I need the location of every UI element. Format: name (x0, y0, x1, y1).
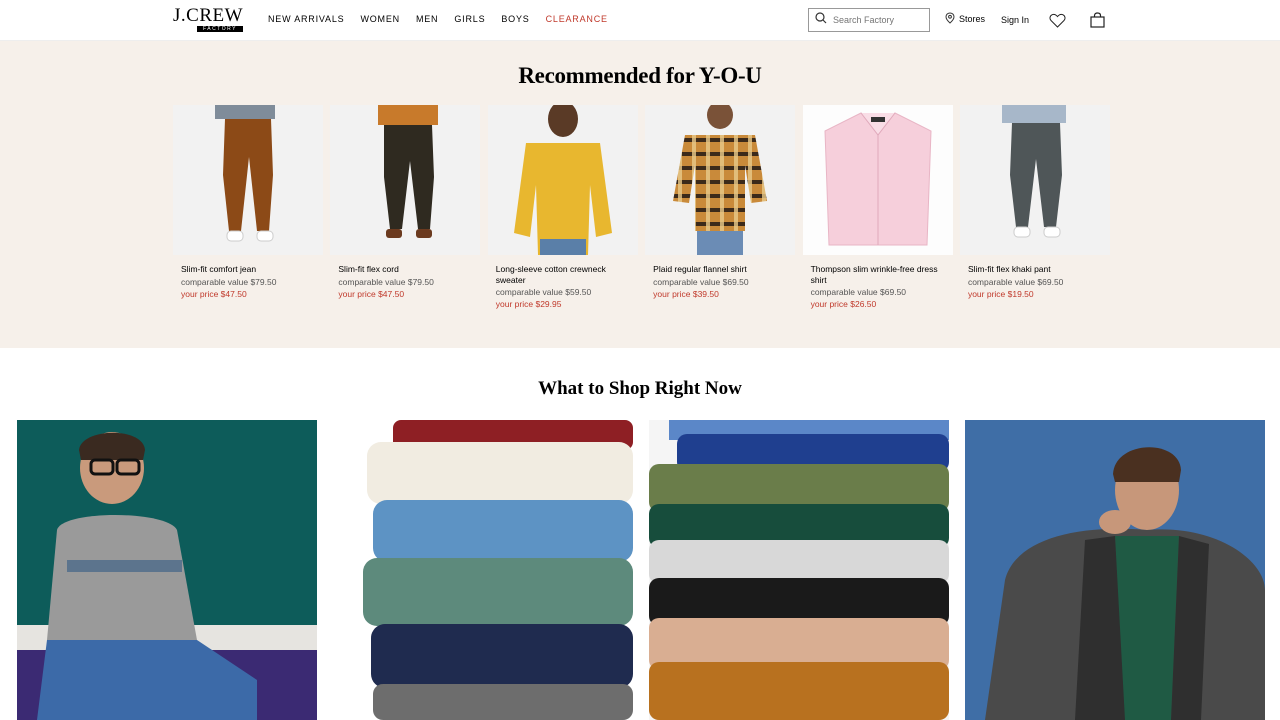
logo-subtext: FACTORY (197, 26, 243, 32)
nav-men[interactable]: MEN (416, 14, 438, 24)
nav-clearance[interactable]: CLEARANCE (546, 14, 608, 24)
product-image-grey-pants[interactable] (959, 105, 1110, 255)
search-box[interactable] (808, 8, 930, 32)
shop-tile-man-grey-coat[interactable] (965, 420, 1265, 720)
product-price: your price $47.50 (181, 288, 247, 299)
shop-tile-man-grey-sweater[interactable] (17, 420, 317, 720)
product-image-yellow-sweater[interactable] (487, 105, 638, 255)
logo-text: J.CREW (173, 5, 244, 26)
product-comparable-value: comparable value $59.50 (495, 287, 592, 297)
recommended-section: Recommended for Y-O-U Slim-fit comfort j… (0, 41, 1280, 348)
location-pin-icon (945, 12, 955, 26)
product-price: your price $47.50 (338, 288, 405, 299)
shop-now-title: What to Shop Right Now (538, 378, 742, 399)
product-card[interactable]: Long-sleeve cotton crewneck sweater comp… (487, 105, 638, 309)
product-carousel: Slim-fit comfort jean comparable value $… (173, 105, 1117, 309)
product-name[interactable]: Long-sleeve cotton crewneck sweater (488, 264, 638, 285)
shop-tile-folded-sweaters[interactable] (649, 420, 949, 720)
nav-new-arrivals[interactable]: NEW ARRIVALS (268, 14, 344, 24)
product-card[interactable]: Slim-fit flex khaki pant comparable valu… (959, 105, 1110, 309)
product-card[interactable]: Plaid regular flannel shirt comparable v… (645, 105, 796, 309)
product-card[interactable]: Slim-fit flex cord comparable value $79.… (330, 105, 481, 309)
nav-women[interactable]: WOMEN (360, 14, 400, 24)
product-card[interactable]: Slim-fit comfort jean comparable value $… (173, 105, 323, 309)
main-nav: NEW ARRIVALS WOMEN MEN GIRLS BOYS CLEARA… (268, 14, 624, 24)
product-price: your price $19.50 (967, 288, 1034, 299)
product-comparable-value: comparable value $69.50 (653, 276, 749, 287)
product-price: your price $26.50 (810, 299, 877, 309)
wishlist-heart-icon[interactable] (1049, 13, 1066, 33)
nav-boys[interactable]: BOYS (501, 14, 529, 24)
search-icon[interactable] (815, 11, 827, 29)
product-image-plaid-shirt[interactable] (645, 105, 796, 255)
stores-link[interactable]: Stores (945, 12, 985, 26)
product-price: your price $39.50 (653, 288, 719, 299)
recommended-title: Recommended for Y-O-U (518, 63, 762, 88)
product-price: your price $29.95 (495, 299, 562, 309)
product-name[interactable]: Slim-fit flex cord (330, 264, 480, 275)
product-image-dark-pants[interactable] (330, 105, 481, 255)
product-comparable-value: comparable value $69.50 (810, 287, 907, 297)
product-name[interactable]: Thompson slim wrinkle-free dress shirt (803, 264, 953, 285)
shop-tile-folded-polos[interactable] (333, 420, 633, 720)
search-input[interactable] (833, 15, 923, 25)
jcrew-factory-logo[interactable]: J.CREW FACTORY (173, 5, 245, 33)
product-comparable-value: comparable value $69.50 (967, 276, 1064, 287)
nav-girls[interactable]: GIRLS (454, 14, 485, 24)
product-name[interactable]: Slim-fit flex khaki pant (960, 264, 1110, 275)
sign-in-link[interactable]: Sign In (1001, 15, 1029, 25)
product-image-pink-shirt[interactable] (802, 105, 953, 255)
shopping-bag-icon[interactable] (1090, 12, 1105, 33)
site-header: J.CREW FACTORY NEW ARRIVALS WOMEN MEN GI… (0, 0, 1280, 41)
product-name[interactable]: Plaid regular flannel shirt (645, 264, 795, 275)
product-comparable-value: comparable value $79.50 (338, 276, 434, 287)
product-card[interactable]: Thompson slim wrinkle-free dress shirt c… (802, 105, 953, 309)
stores-label: Stores (959, 14, 986, 24)
product-name[interactable]: Slim-fit comfort jean (173, 264, 323, 275)
product-comparable-value: comparable value $79.50 (181, 276, 277, 287)
product-image-brown-pants[interactable] (173, 105, 323, 255)
